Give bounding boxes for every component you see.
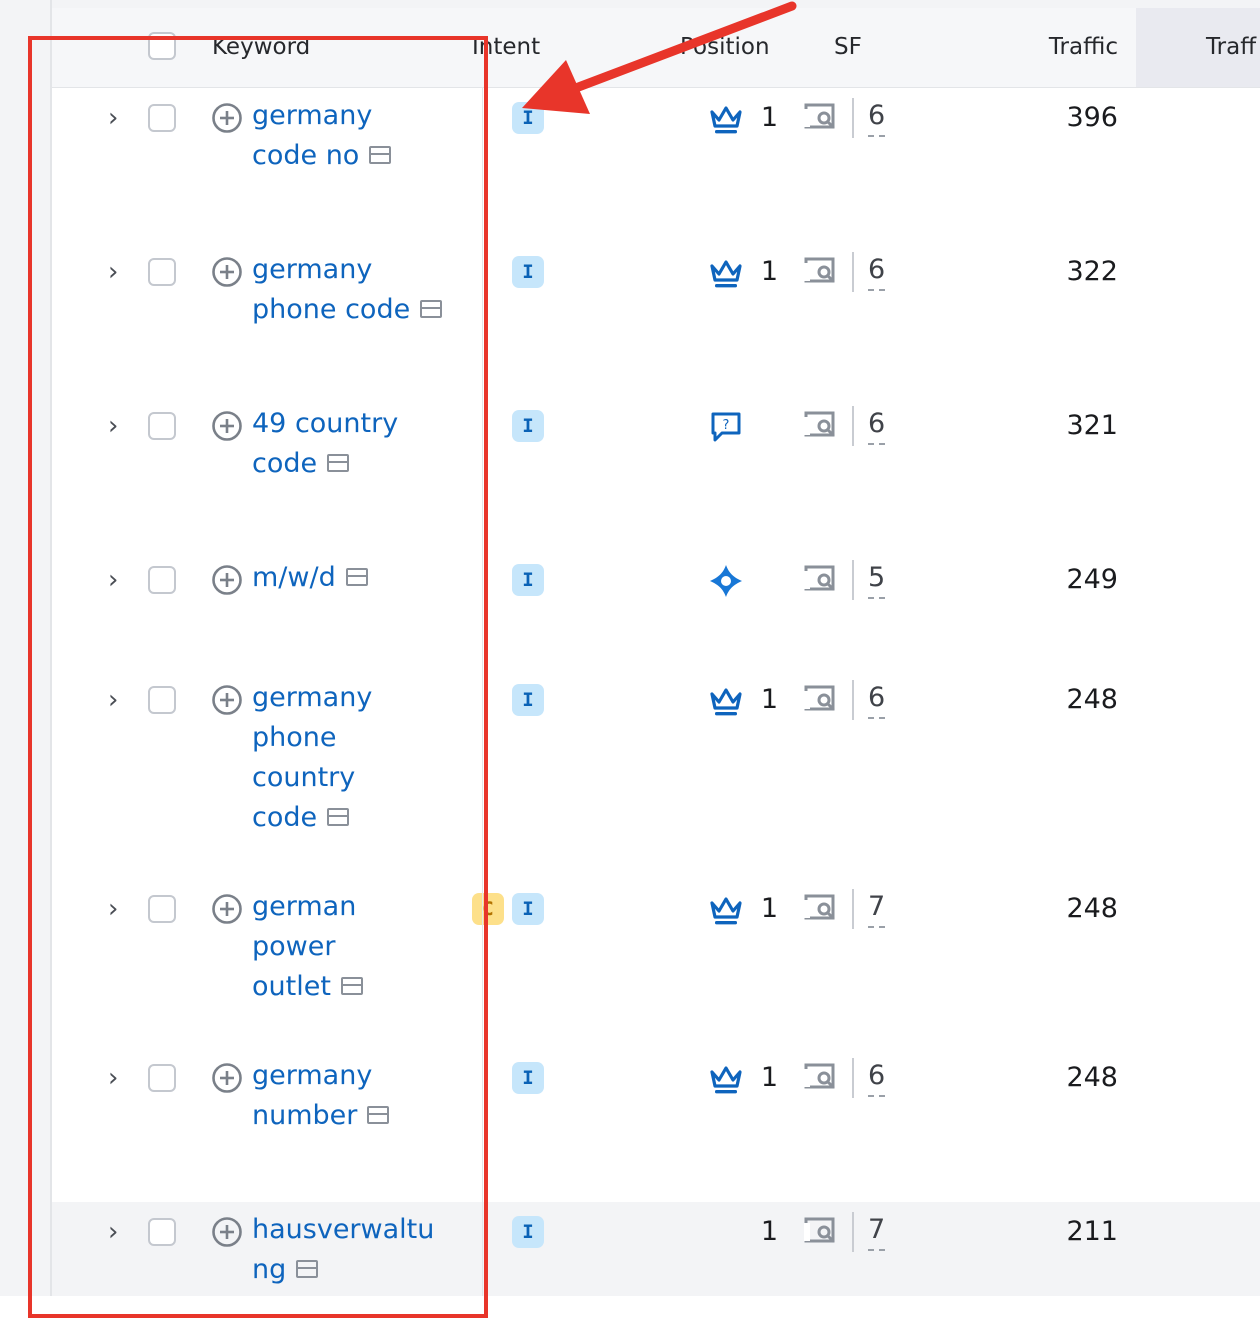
intent-badge-informational: I: [512, 684, 544, 716]
intent-badge-informational: I: [512, 564, 544, 596]
intent-badge-informational: I: [512, 102, 544, 134]
traffic-value: 322: [1066, 256, 1118, 287]
traffic-value: 248: [1066, 1062, 1118, 1093]
traffic-value: 396: [1066, 102, 1118, 133]
sf-count[interactable]: 6: [868, 252, 886, 291]
sf-separator: [852, 98, 854, 138]
serp-snapshot-icon[interactable]: [804, 102, 838, 132]
sf-separator: [852, 252, 854, 292]
annotation-highlight-box: [28, 36, 488, 1318]
crown-icon: [708, 256, 744, 290]
traffic-value: 211: [1066, 1216, 1118, 1247]
intent-badge-informational: I: [512, 893, 544, 925]
serp-snapshot-icon[interactable]: [804, 893, 838, 923]
sf-count[interactable]: 5: [868, 560, 886, 599]
sf-separator: [852, 889, 854, 929]
intent-badge-informational: I: [512, 1062, 544, 1094]
position-value: 1: [760, 256, 778, 287]
serp-snapshot-icon[interactable]: [804, 256, 838, 286]
svg-text:?: ?: [723, 418, 730, 433]
question-bubble-icon: ?: [708, 410, 744, 444]
position-value: 1: [760, 102, 778, 133]
sf-separator: [852, 680, 854, 720]
header-position[interactable]: Position: [680, 34, 770, 60]
serp-snapshot-icon[interactable]: [804, 564, 838, 594]
header-traffic-percent[interactable]: Traff: [1206, 34, 1256, 60]
position-value: 1: [760, 1216, 778, 1247]
crown-icon: [708, 684, 744, 718]
serp-snapshot-icon[interactable]: [804, 410, 838, 440]
sparkle-diamond-icon: [708, 564, 744, 598]
position-value: 1: [760, 1062, 778, 1093]
serp-snapshot-icon[interactable]: [804, 684, 838, 714]
serp-snapshot-icon[interactable]: [804, 1216, 838, 1246]
traffic-value: 321: [1066, 410, 1118, 441]
traffic-value: 248: [1066, 684, 1118, 715]
traffic-value: 249: [1066, 564, 1118, 595]
sf-count[interactable]: 6: [868, 680, 886, 719]
sf-count[interactable]: 7: [868, 1212, 886, 1251]
crown-icon: [708, 102, 744, 136]
sf-count[interactable]: 6: [868, 98, 886, 137]
sf-separator: [852, 406, 854, 446]
position-value: 1: [760, 684, 778, 715]
sf-count[interactable]: 6: [868, 406, 886, 445]
crown-icon: [708, 893, 744, 927]
sf-count[interactable]: 7: [868, 889, 886, 928]
serp-snapshot-icon[interactable]: [804, 1062, 838, 1092]
sf-separator: [852, 1058, 854, 1098]
sf-count[interactable]: 6: [868, 1058, 886, 1097]
intent-badge-informational: I: [512, 256, 544, 288]
sf-separator: [852, 560, 854, 600]
intent-badge-informational: I: [512, 410, 544, 442]
position-value: 1: [760, 893, 778, 924]
traffic-value: 248: [1066, 893, 1118, 924]
crown-icon: [708, 1062, 744, 1096]
header-sf[interactable]: SF: [834, 34, 862, 60]
header-traffic[interactable]: Traffic: [1012, 34, 1118, 60]
sf-separator: [852, 1212, 854, 1252]
intent-badge-informational: I: [512, 1216, 544, 1248]
